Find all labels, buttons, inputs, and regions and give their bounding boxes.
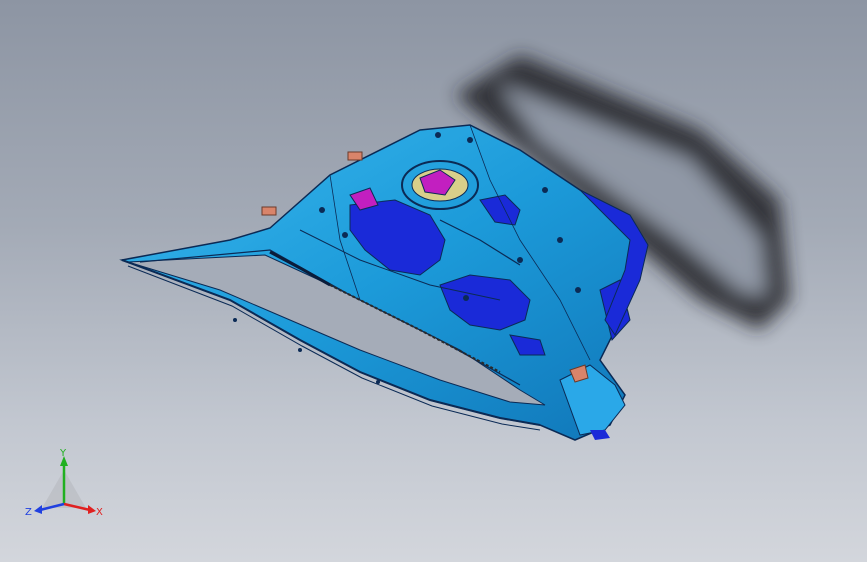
z-axis-label: Z xyxy=(25,507,32,518)
graphics-viewport[interactable]: Y X Z xyxy=(0,0,867,562)
axis-triad: Y X Z xyxy=(25,448,103,518)
z-axis-arrow-icon xyxy=(34,505,42,514)
y-axis-label: Y xyxy=(59,448,67,459)
x-axis-label: X xyxy=(96,507,103,518)
x-axis-arrow-icon xyxy=(88,505,96,514)
model-scene[interactable] xyxy=(0,0,867,562)
